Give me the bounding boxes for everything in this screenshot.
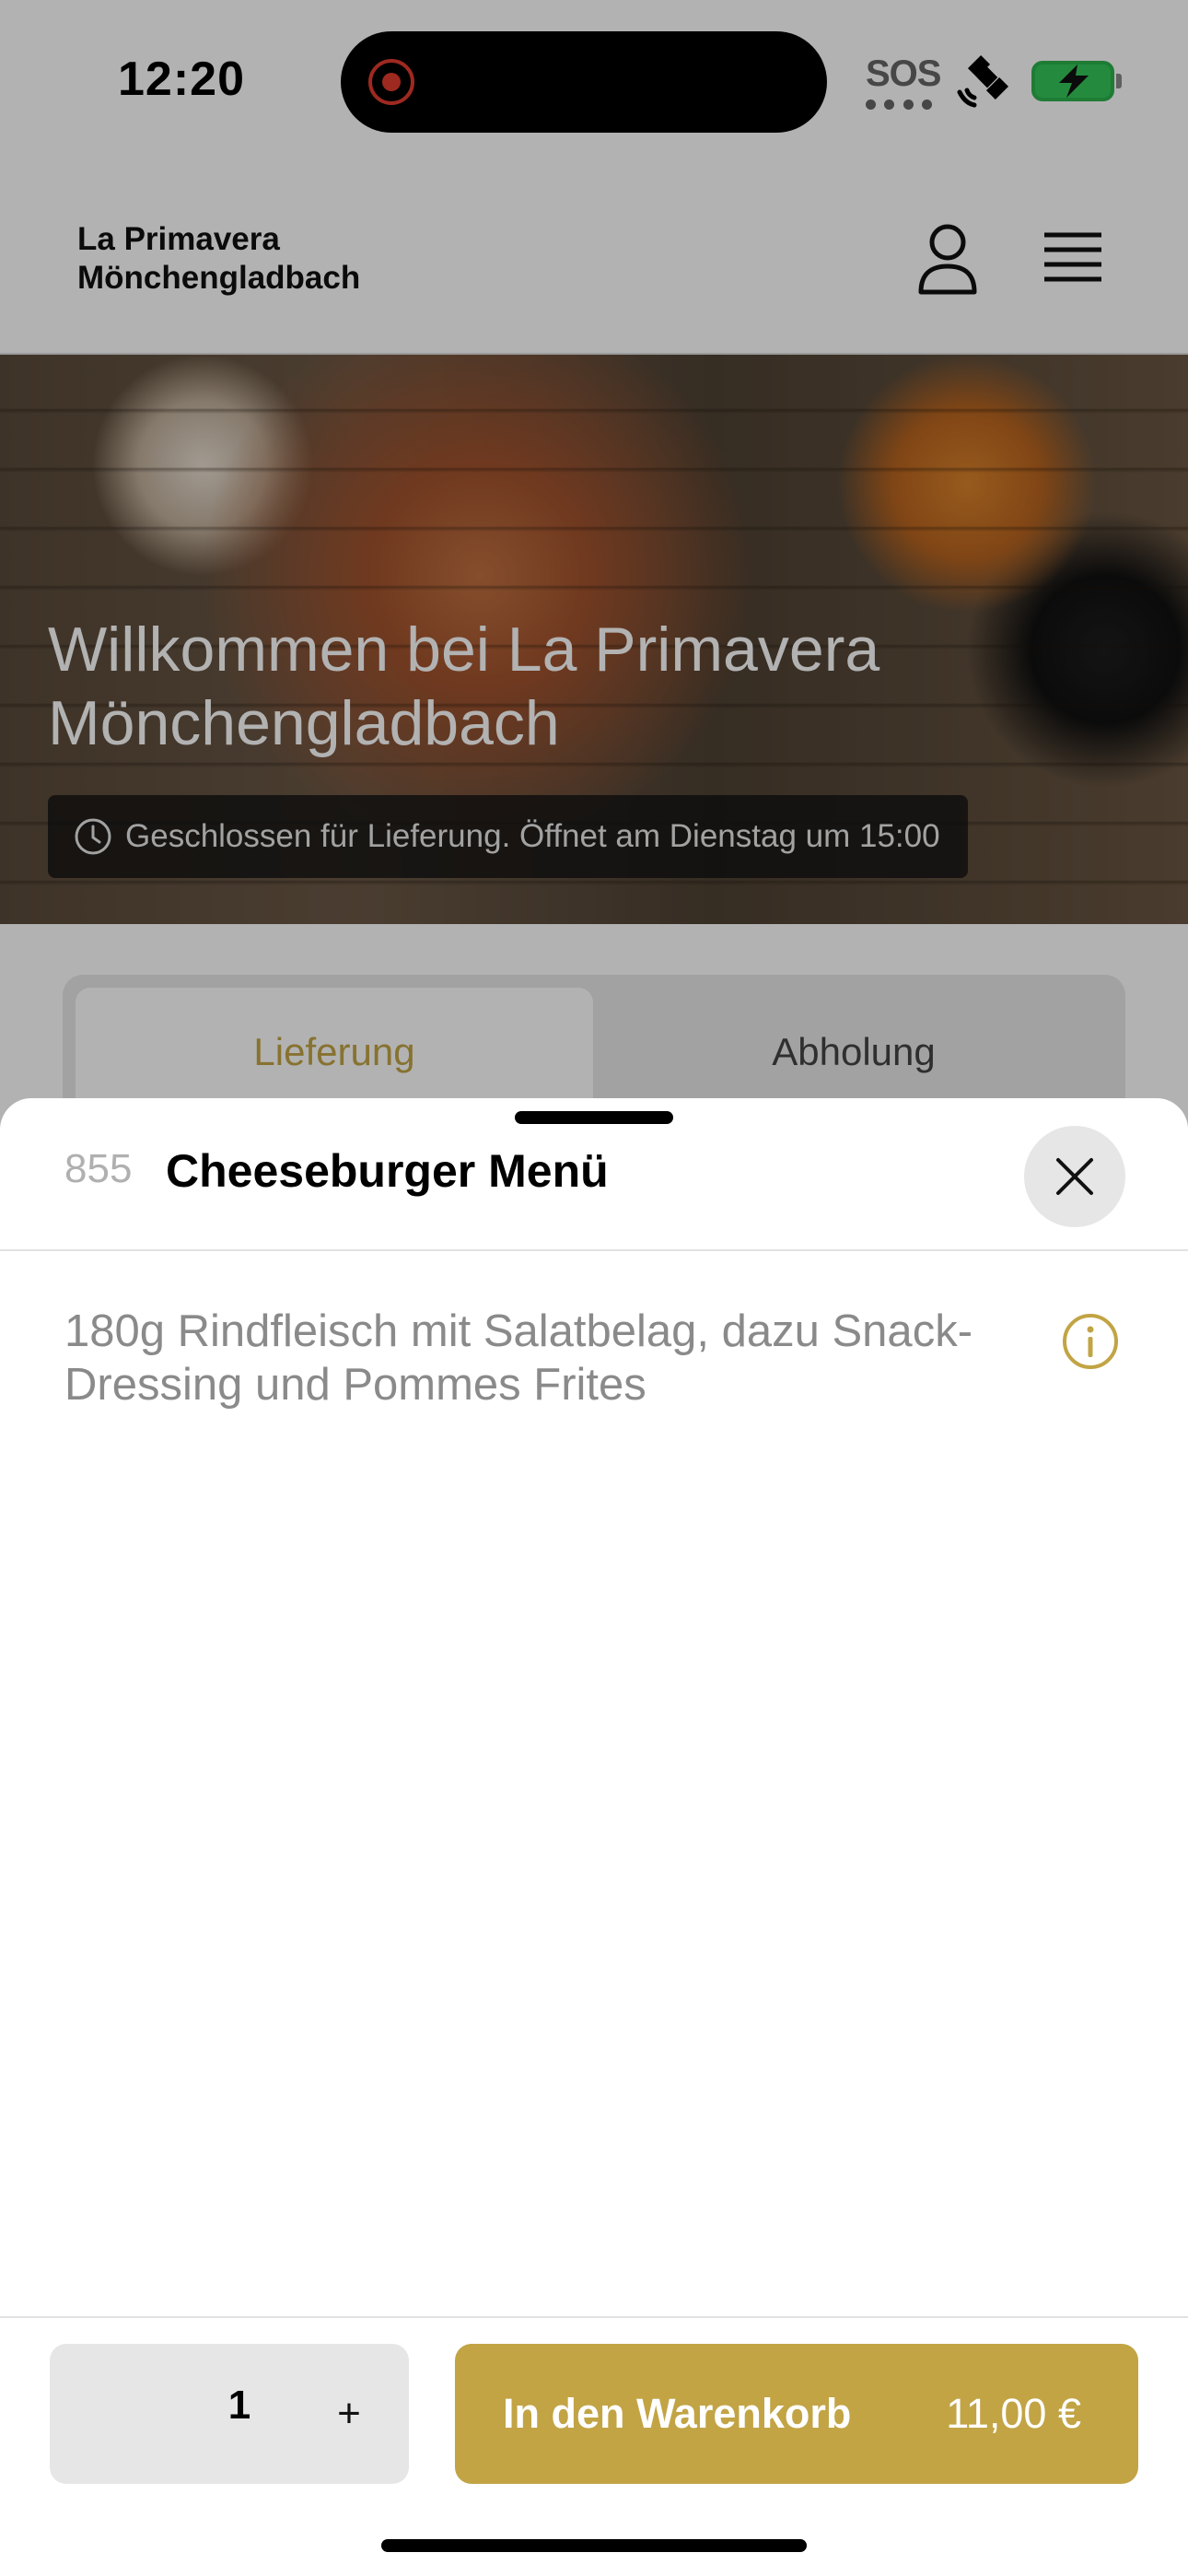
home-indicator[interactable]	[381, 2539, 807, 2552]
close-icon	[1056, 1158, 1093, 1195]
add-to-cart-button[interactable]: In den Warenkorb 11,00 €	[455, 2344, 1138, 2484]
quantity-plus-button[interactable]: +	[317, 2377, 381, 2451]
product-bottom-sheet: 855 Cheeseburger Menü 180g Rindfleisch m…	[0, 1098, 1188, 2576]
quantity-stepper: 1 +	[50, 2344, 409, 2484]
item-description: 180g Rindfleisch mit Salatbelag, dazu Sn…	[64, 1306, 973, 1410]
sheet-grabber[interactable]	[515, 1111, 673, 1124]
close-button[interactable]	[1024, 1126, 1125, 1227]
item-title: Cheeseburger Menü	[166, 1145, 609, 1197]
item-number: 855	[64, 1146, 133, 1191]
item-price: 11,00 €	[946, 2390, 1081, 2437]
info-icon[interactable]	[1061, 1312, 1120, 1371]
add-to-cart-label: In den Warenkorb	[503, 2390, 852, 2437]
sheet-divider	[0, 1249, 1188, 1251]
quantity-value: 1	[227, 2383, 251, 2428]
footer-divider	[0, 2316, 1188, 2318]
